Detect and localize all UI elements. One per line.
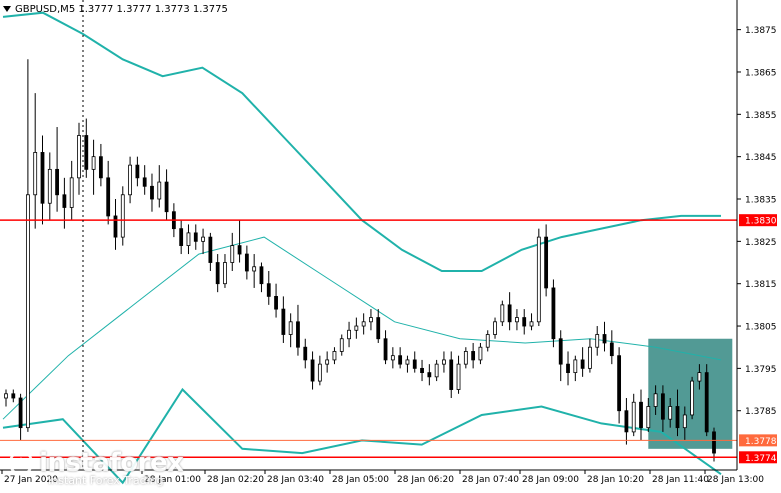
svg-text:1.3835: 1.3835	[745, 196, 777, 206]
svg-text:1.3875: 1.3875	[745, 26, 777, 36]
candle	[536, 228, 541, 327]
candle	[551, 279, 556, 348]
svg-text:1.3795: 1.3795	[745, 365, 777, 375]
trading-chart[interactable]: 1.3875 1.3865 1.3855 1.3845 1.3835 1.3825 1.38…	[0, 0, 781, 489]
svg-text:28 Jan 07:40: 28 Jan 07:40	[462, 475, 519, 485]
instaforex-watermark: instaforex Instant Forex Trading	[8, 448, 184, 487]
symbol-header: GBPUSD,M5 1.3777 1.3777 1.3773 1.3775	[3, 4, 228, 15]
level-price-label: 1.3778	[739, 434, 777, 447]
watermark-tagline: Instant Forex Trading	[48, 474, 164, 487]
svg-text:28 Jan 06:20: 28 Jan 06:20	[397, 475, 454, 485]
svg-text:1.3825: 1.3825	[745, 238, 777, 248]
svg-text:1.3830: 1.3830	[745, 217, 777, 227]
symbol-ohlc-text: GBPUSD,M5 1.3777 1.3777 1.3773 1.3775	[15, 4, 228, 15]
svg-text:28 Jan 09:00: 28 Jan 09:00	[522, 475, 579, 485]
svg-text:1.3865: 1.3865	[745, 68, 777, 78]
svg-text:1.3778: 1.3778	[745, 437, 777, 447]
candle	[690, 376, 695, 420]
svg-text:1.3855: 1.3855	[745, 111, 777, 121]
svg-text:1.3774: 1.3774	[745, 454, 777, 464]
svg-text:1.3785: 1.3785	[745, 407, 777, 417]
svg-text:28 Jan 13:00: 28 Jan 13:00	[707, 475, 764, 485]
svg-text:28 Jan 11:40: 28 Jan 11:40	[652, 475, 709, 485]
svg-text:28 Jan 05:00: 28 Jan 05:00	[332, 475, 389, 485]
candle	[120, 186, 125, 246]
svg-text:28 Jan 03:40: 28 Jan 03:40	[267, 475, 324, 485]
svg-text:1.3805: 1.3805	[745, 323, 777, 333]
svg-text:1.3845: 1.3845	[745, 153, 777, 163]
chart-canvas[interactable]: 1.3875 1.3865 1.3855 1.3845 1.3835 1.3825 1.38…	[0, 0, 781, 489]
level-price-label: 1.3830	[739, 214, 777, 227]
svg-text:28 Jan 02:20: 28 Jan 02:20	[207, 475, 264, 485]
svg-text:1.3815: 1.3815	[745, 280, 777, 290]
candle	[704, 364, 709, 437]
instaforex-logo-icon	[8, 450, 34, 476]
level-price-label: 1.3774	[739, 451, 777, 464]
svg-text:28 Jan 10:20: 28 Jan 10:20	[587, 475, 644, 485]
dropdown-triangle-icon[interactable]	[3, 6, 11, 12]
